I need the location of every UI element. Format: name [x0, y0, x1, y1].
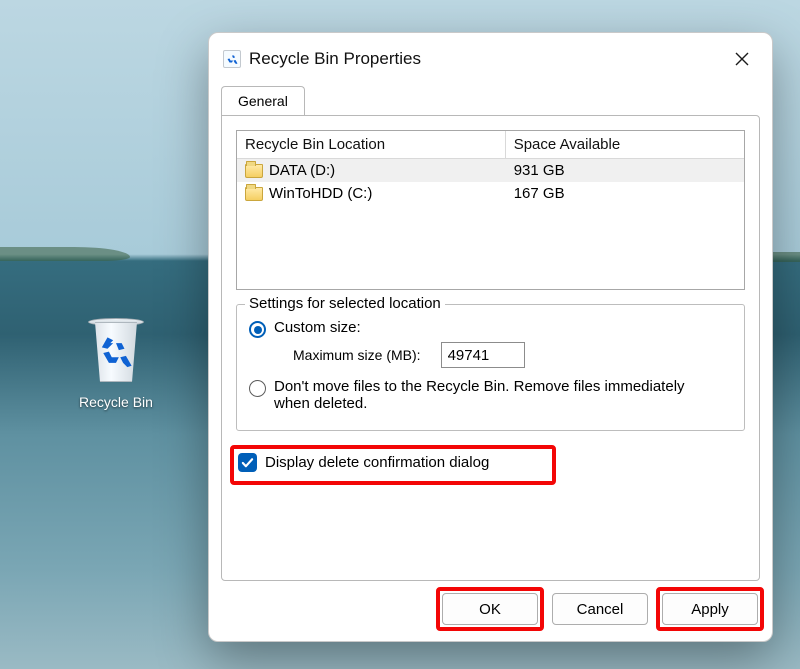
folder-icon	[245, 164, 263, 178]
tab-general[interactable]: General	[221, 86, 305, 116]
radio-custom-size[interactable]	[249, 321, 266, 338]
dialog-button-row: OK Cancel Apply	[209, 593, 772, 641]
tab-strip: General	[209, 85, 772, 115]
location-table: Recycle Bin Location Space Available DAT…	[236, 130, 745, 290]
confirmation-label: Display delete confirmation dialog	[265, 454, 489, 471]
recycle-bin-icon	[85, 316, 147, 388]
row-space: 167 GB	[506, 182, 744, 205]
table-header: Recycle Bin Location Space Available	[237, 131, 744, 159]
desktop-background: Recycle Bin Recycle Bin Properties Gener…	[0, 0, 800, 669]
desktop-recycle-bin[interactable]: Recycle Bin	[56, 316, 176, 410]
close-button[interactable]	[726, 43, 758, 75]
max-size-label: Maximum size (MB):	[293, 347, 421, 363]
radio-no-recycle-label: Don't move files to the Recycle Bin. Rem…	[274, 378, 694, 412]
dialog-title: Recycle Bin Properties	[249, 49, 726, 69]
check-icon	[241, 456, 254, 469]
folder-icon	[245, 187, 263, 201]
fieldset-legend: Settings for selected location	[245, 295, 445, 312]
radio-custom-size-label: Custom size:	[274, 319, 361, 336]
row-location: WinToHDD (C:)	[269, 185, 372, 202]
ok-button[interactable]: OK	[442, 593, 538, 625]
recycle-bin-titlebar-icon	[223, 50, 241, 68]
tab-panel-general: Recycle Bin Location Space Available DAT…	[221, 115, 760, 581]
horizon-decor	[0, 247, 130, 261]
max-size-row: Maximum size (MB):	[293, 342, 732, 368]
radio-no-recycle[interactable]	[249, 380, 266, 397]
max-size-input[interactable]	[441, 342, 525, 368]
desktop-icon-label: Recycle Bin	[56, 394, 176, 410]
table-row[interactable]: WinToHDD (C:) 167 GB	[237, 182, 744, 205]
col-header-location[interactable]: Recycle Bin Location	[237, 131, 506, 159]
settings-fieldset: Settings for selected location Custom si…	[236, 304, 745, 431]
table-row[interactable]: DATA (D:) 931 GB	[237, 159, 744, 182]
confirmation-checkbox[interactable]	[238, 453, 257, 472]
recycle-bin-properties-dialog: Recycle Bin Properties General Recycle B…	[208, 32, 773, 642]
col-header-space[interactable]: Space Available	[506, 131, 744, 159]
radio-custom-size-row[interactable]: Custom size:	[249, 319, 732, 338]
close-icon	[735, 52, 749, 66]
titlebar: Recycle Bin Properties	[209, 33, 772, 85]
confirmation-checkbox-row[interactable]: Display delete confirmation dialog	[236, 447, 548, 478]
apply-button[interactable]: Apply	[662, 593, 758, 625]
cancel-button[interactable]: Cancel	[552, 593, 648, 625]
radio-no-recycle-row[interactable]: Don't move files to the Recycle Bin. Rem…	[249, 378, 732, 412]
row-space: 931 GB	[506, 159, 744, 182]
row-location: DATA (D:)	[269, 162, 335, 179]
